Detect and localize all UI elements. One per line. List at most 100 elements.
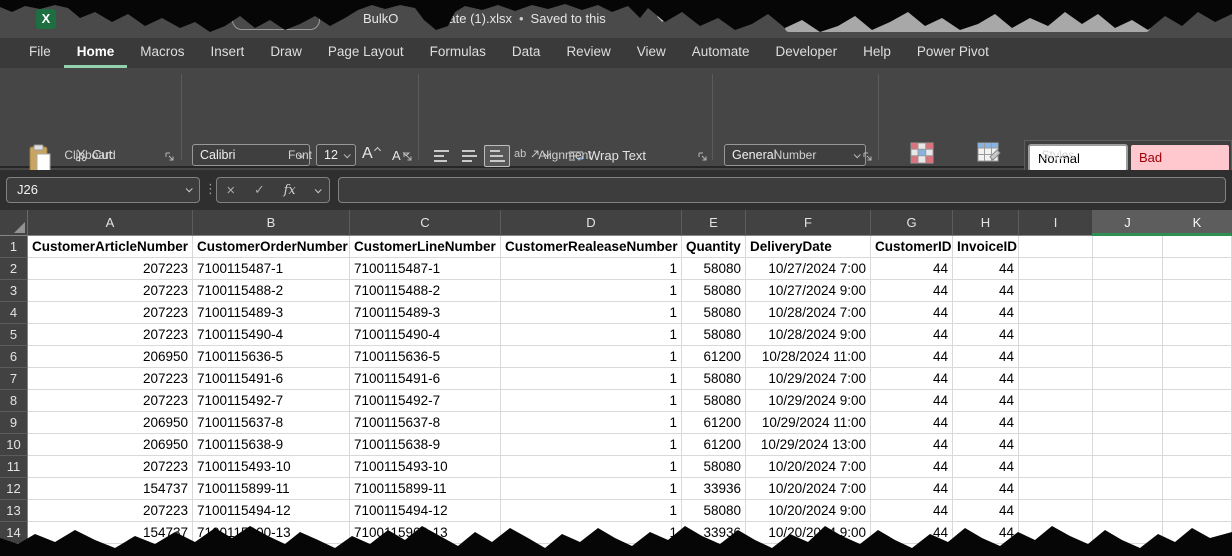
cell-F7[interactable]: 10/29/2024 7:00 xyxy=(746,368,871,390)
cell-K6[interactable] xyxy=(1163,346,1232,368)
cell-H7[interactable]: 44 xyxy=(953,368,1019,390)
cell-K7[interactable] xyxy=(1163,368,1232,390)
row-header-14[interactable]: 14 xyxy=(0,522,28,544)
cell-H12[interactable]: 44 xyxy=(953,478,1019,500)
cell-F1[interactable]: DeliveryDate xyxy=(746,236,871,258)
cell-E14[interactable]: 33936 xyxy=(682,522,746,544)
cell-D13[interactable]: 1 xyxy=(501,500,682,522)
cell-K5[interactable] xyxy=(1163,324,1232,346)
cell-F9[interactable]: 10/29/2024 11:00 xyxy=(746,412,871,434)
cell-C6[interactable]: 7100115636-5 xyxy=(350,346,501,368)
cell-K1[interactable] xyxy=(1163,236,1232,258)
cell-G13[interactable]: 44 xyxy=(871,500,953,522)
alignment-dialog-launcher[interactable] xyxy=(697,151,707,161)
cell-D11[interactable]: 1 xyxy=(501,456,682,478)
cell-E12[interactable]: 33936 xyxy=(682,478,746,500)
cell-H4[interactable]: 44 xyxy=(953,302,1019,324)
row-header-9[interactable]: 9 xyxy=(0,412,28,434)
cell-E13[interactable]: 58080 xyxy=(682,500,746,522)
cell-K4[interactable] xyxy=(1163,302,1232,324)
cell-C9[interactable]: 7100115637-8 xyxy=(350,412,501,434)
cell-K11[interactable] xyxy=(1163,456,1232,478)
column-header-G[interactable]: G xyxy=(871,210,953,236)
cell-I6[interactable] xyxy=(1019,346,1093,368)
search-box[interactable] xyxy=(785,8,1150,32)
cell-K3[interactable] xyxy=(1163,280,1232,302)
cell-D4[interactable]: 1 xyxy=(501,302,682,324)
tab-home[interactable]: Home xyxy=(64,38,128,68)
cell-H13[interactable]: 44 xyxy=(953,500,1019,522)
cell-E1[interactable]: Quantity xyxy=(682,236,746,258)
cell-E7[interactable]: 58080 xyxy=(682,368,746,390)
cell-J9[interactable] xyxy=(1093,412,1163,434)
cell-B9[interactable]: 7100115637-8 xyxy=(193,412,350,434)
cell-F14[interactable]: 10/20/2024 9:00 xyxy=(746,522,871,544)
row-header-11[interactable]: 11 xyxy=(0,456,28,478)
cell-J4[interactable] xyxy=(1093,302,1163,324)
column-header-J[interactable]: J xyxy=(1093,210,1163,236)
cell-F2[interactable]: 10/27/2024 7:00 xyxy=(746,258,871,280)
cell-I12[interactable] xyxy=(1019,478,1093,500)
cell-A7[interactable]: 207223 xyxy=(28,368,193,390)
cell-B7[interactable]: 7100115491-6 xyxy=(193,368,350,390)
cell-C7[interactable]: 7100115491-6 xyxy=(350,368,501,390)
row-header-4[interactable]: 4 xyxy=(0,302,28,324)
cell-K2[interactable] xyxy=(1163,258,1232,280)
cell-G12[interactable]: 44 xyxy=(871,478,953,500)
column-header-E[interactable]: E xyxy=(682,210,746,236)
cell-J3[interactable] xyxy=(1093,280,1163,302)
cell-I4[interactable] xyxy=(1019,302,1093,324)
cell-K13[interactable] xyxy=(1163,500,1232,522)
insert-function-button[interactable]: fx xyxy=(284,183,296,198)
row-header-8[interactable]: 8 xyxy=(0,390,28,412)
cell-I14[interactable] xyxy=(1019,522,1093,544)
cell-A13[interactable]: 207223 xyxy=(28,500,193,522)
cell-G4[interactable]: 44 xyxy=(871,302,953,324)
cancel-button[interactable]: × xyxy=(226,182,235,199)
cell-D7[interactable]: 1 xyxy=(501,368,682,390)
font-dialog-launcher[interactable] xyxy=(402,151,412,161)
cell-J8[interactable] xyxy=(1093,390,1163,412)
cell-H5[interactable]: 44 xyxy=(953,324,1019,346)
cell-I13[interactable] xyxy=(1019,500,1093,522)
column-header-K[interactable]: K xyxy=(1163,210,1232,236)
cell-J11[interactable] xyxy=(1093,456,1163,478)
cell-G8[interactable]: 44 xyxy=(871,390,953,412)
cell-G1[interactable]: CustomerID xyxy=(871,236,953,258)
cell-K10[interactable] xyxy=(1163,434,1232,456)
cell-A3[interactable]: 207223 xyxy=(28,280,193,302)
cell-E3[interactable]: 58080 xyxy=(682,280,746,302)
cell-H9[interactable]: 44 xyxy=(953,412,1019,434)
cell-I8[interactable] xyxy=(1019,390,1093,412)
cell-A6[interactable]: 206950 xyxy=(28,346,193,368)
cell-I5[interactable] xyxy=(1019,324,1093,346)
cell-B3[interactable]: 7100115488-2 xyxy=(193,280,350,302)
cell-F5[interactable]: 10/28/2024 9:00 xyxy=(746,324,871,346)
cell-I2[interactable] xyxy=(1019,258,1093,280)
cell-B5[interactable]: 7100115490-4 xyxy=(193,324,350,346)
cell-D14[interactable]: 1 xyxy=(501,522,682,544)
cell-D5[interactable]: 1 xyxy=(501,324,682,346)
number-dialog-launcher[interactable] xyxy=(862,151,872,161)
cell-B14[interactable]: 7100115900-13 xyxy=(193,522,350,544)
tab-page-layout[interactable]: Page Layout xyxy=(315,38,417,68)
cell-A8[interactable]: 207223 xyxy=(28,390,193,412)
cell-H14[interactable]: 44 xyxy=(953,522,1019,544)
cell-B6[interactable]: 7100115636-5 xyxy=(193,346,350,368)
cell-I9[interactable] xyxy=(1019,412,1093,434)
cell-G11[interactable]: 44 xyxy=(871,456,953,478)
tab-file[interactable]: File xyxy=(16,38,64,68)
cell-J12[interactable] xyxy=(1093,478,1163,500)
tab-macros[interactable]: Macros xyxy=(127,38,197,68)
cell-F11[interactable]: 10/20/2024 7:00 xyxy=(746,456,871,478)
cell-C1[interactable]: CustomerLineNumber xyxy=(350,236,501,258)
cell-I3[interactable] xyxy=(1019,280,1093,302)
cell-A11[interactable]: 207223 xyxy=(28,456,193,478)
cell-H1[interactable]: InvoiceID xyxy=(953,236,1019,258)
cell-I7[interactable] xyxy=(1019,368,1093,390)
tab-view[interactable]: View xyxy=(624,38,679,68)
cell-F4[interactable]: 10/28/2024 7:00 xyxy=(746,302,871,324)
row-header-12[interactable]: 12 xyxy=(0,478,28,500)
cell-A12[interactable]: 154737 xyxy=(28,478,193,500)
cell-K14[interactable] xyxy=(1163,522,1232,544)
